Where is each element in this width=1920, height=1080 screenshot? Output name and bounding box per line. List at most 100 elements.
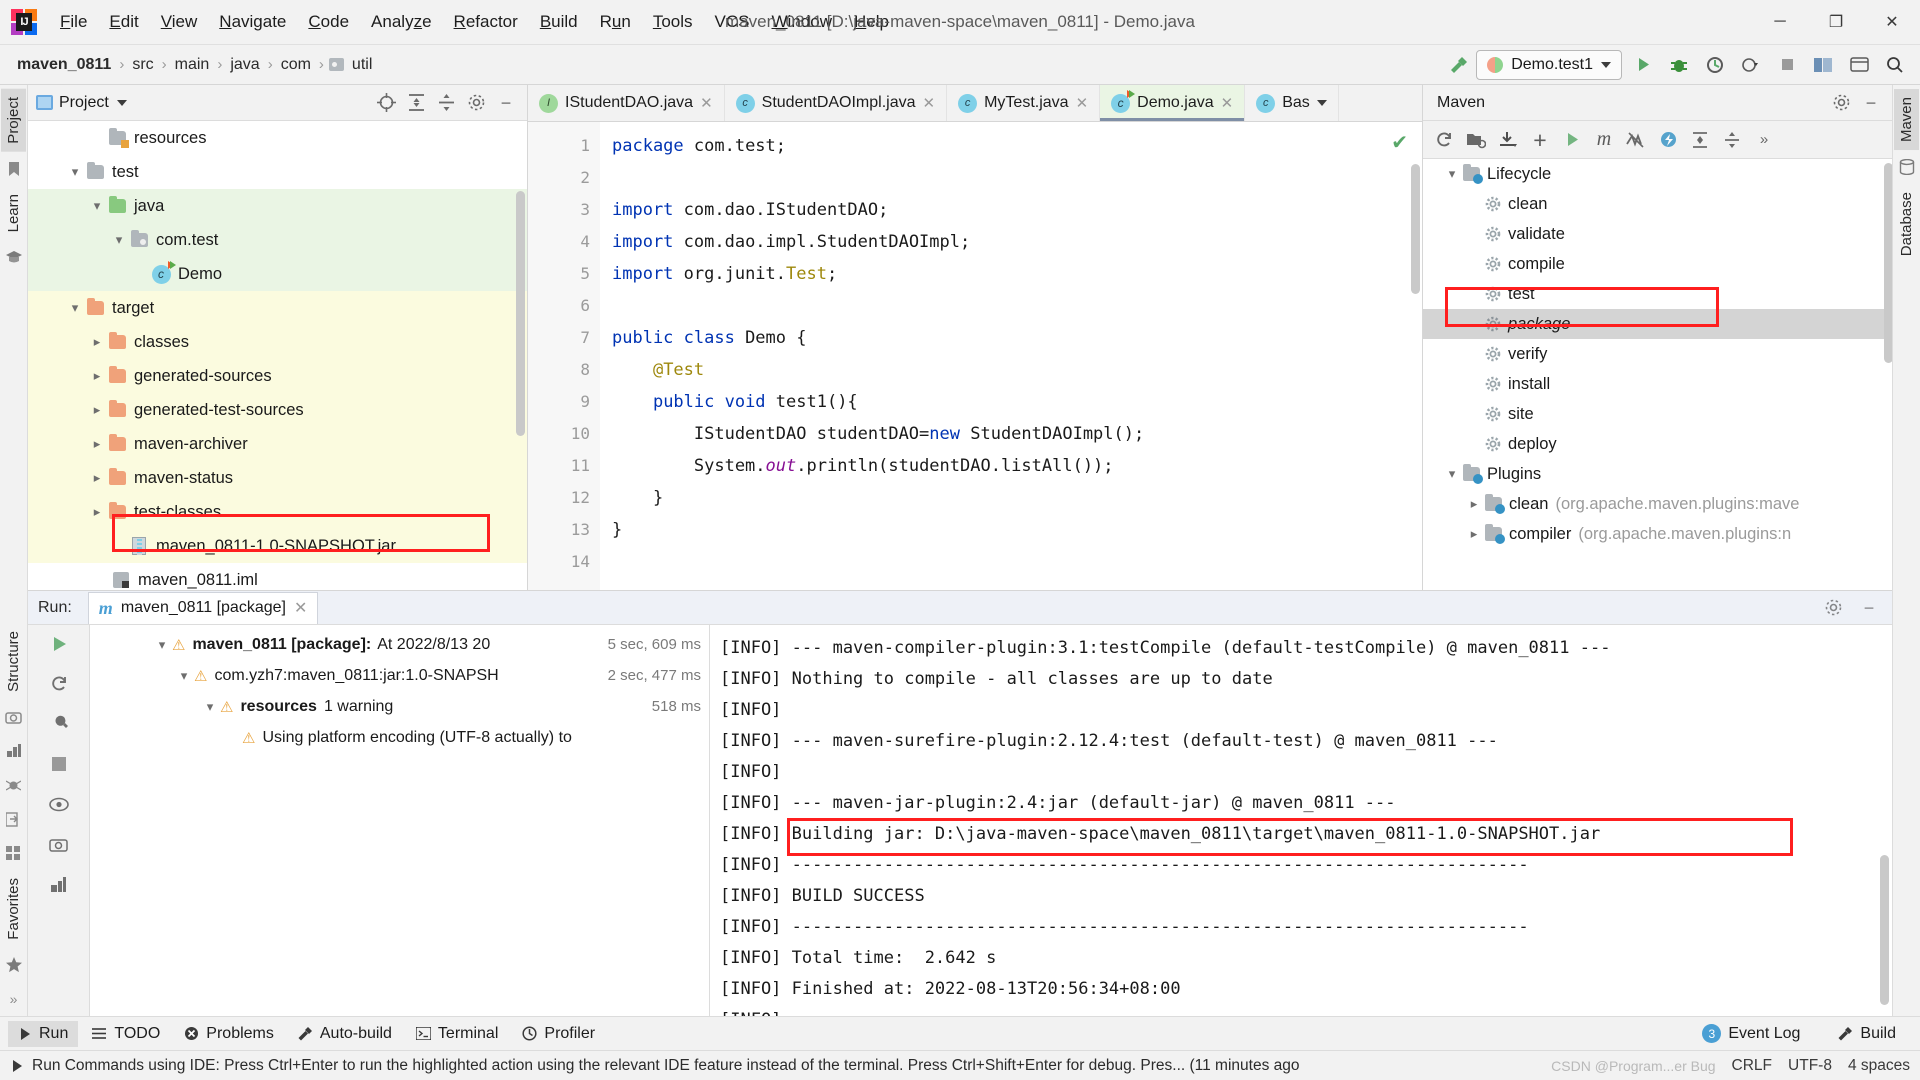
camera-icon[interactable] [4, 707, 24, 727]
maximize-button[interactable]: ❐ [1808, 0, 1864, 45]
breadcrumb-com[interactable]: com [278, 54, 314, 76]
project-tree[interactable]: resources ▾ test ▾ java ▾ com.test c Dem… [28, 121, 527, 590]
menu-analyze[interactable]: Analyze [360, 8, 443, 36]
more-chevrons-icon[interactable]: » [4, 989, 24, 1009]
tree-item-maven-archiver[interactable]: ▸ maven-archiver [28, 427, 527, 461]
maven-item-install[interactable]: install [1423, 369, 1892, 399]
tree-item-com-test[interactable]: ▾ com.test [28, 223, 527, 257]
sidebar-item-database[interactable]: Database [1894, 184, 1919, 264]
hide-panel-icon[interactable]: − [1858, 90, 1884, 116]
build-tree[interactable]: ▾ ⚠ maven_0811 [package]: At 2022/8/13 2… [90, 625, 710, 1016]
tree-arrow-collapsed[interactable]: ▸ [88, 436, 106, 452]
menu-tools[interactable]: Tools [642, 8, 704, 36]
build-console-output[interactable]: [INFO] --- maven-compiler-plugin:3.1:tes… [710, 625, 1892, 1016]
tree-item-demo[interactable]: c Demo [28, 257, 527, 291]
encoding-indicator[interactable]: UTF-8 [1788, 1057, 1832, 1075]
menu-edit[interactable]: Edit [98, 8, 149, 36]
stop-button[interactable] [46, 751, 72, 777]
tab-demo[interactable]: c Demo.java ✕ [1100, 85, 1246, 121]
blocks-icon[interactable] [4, 741, 24, 761]
close-icon[interactable]: ✕ [700, 94, 713, 112]
rerun-button[interactable] [46, 631, 72, 657]
tree-arrow-expanded[interactable]: ▾ [66, 300, 84, 316]
maven-item-validate[interactable]: validate [1423, 219, 1892, 249]
menu-help[interactable]: Help [843, 8, 900, 36]
settings-button[interactable] [1844, 50, 1874, 80]
toggle-offline-icon[interactable] [1653, 125, 1683, 155]
tree-item-generated-sources[interactable]: ▸ generated-sources [28, 359, 527, 393]
search-everywhere-icon[interactable] [1880, 50, 1910, 80]
minimize-button[interactable]: ─ [1752, 0, 1808, 45]
run-maven-goal-icon[interactable] [1557, 125, 1587, 155]
run-tab-maven-package[interactable]: m maven_0811 [package] ✕ [87, 591, 319, 624]
tree-item-snapshot-jar[interactable]: maven_0811-1.0-SNAPSHOT.jar [28, 529, 527, 563]
database-table-icon[interactable] [1897, 157, 1917, 177]
gear-icon[interactable] [1828, 90, 1854, 116]
add-maven-project-icon[interactable]: + [1525, 125, 1555, 155]
tree-arrow-collapsed[interactable]: ▸ [88, 402, 106, 418]
editor-scrollbar[interactable] [1411, 164, 1420, 294]
toggle-tasks-button[interactable] [46, 791, 72, 817]
indent-indicator[interactable]: 4 spaces [1848, 1057, 1910, 1075]
import-icon[interactable] [4, 809, 24, 829]
profile-dropdown-button[interactable] [1736, 50, 1766, 80]
breadcrumb-java[interactable]: java [227, 54, 262, 76]
generate-sources-icon[interactable] [1461, 125, 1491, 155]
maven-m-icon[interactable]: m [1589, 125, 1619, 155]
build-tree-artifact[interactable]: ▾ ⚠ com.yzh7:maven_0811:jar:1.0-SNAPSH 2… [90, 660, 709, 691]
editor-gutter[interactable]: 1 2 3 4 5 6 7 8 9 10 11 12 13 14 [528, 122, 600, 590]
maven-tree-scrollbar[interactable] [1884, 163, 1892, 363]
menu-code[interactable]: Code [297, 8, 360, 36]
run-with-coverage-button[interactable] [1700, 50, 1730, 80]
pin-button[interactable] [46, 871, 72, 897]
tree-arrow-collapsed[interactable]: ▸ [88, 368, 106, 384]
bottom-tab-problems[interactable]: Problems [174, 1021, 284, 1047]
sidebar-item-project[interactable]: Project [1, 89, 26, 152]
settings-wrench-button[interactable] [46, 711, 72, 737]
close-button[interactable]: ✕ [1864, 0, 1920, 45]
tree-item-maven-status[interactable]: ▸ maven-status [28, 461, 527, 495]
tree-item-test[interactable]: ▾ test [28, 155, 527, 189]
tab-studentdaoimpl[interactable]: c StudentDAOImpl.java ✕ [725, 85, 948, 121]
collapse-all-icon[interactable] [433, 90, 459, 116]
maven-item-plugin-clean[interactable]: ▸ clean (org.apache.maven.plugins:mave [1423, 489, 1892, 519]
breadcrumb-src[interactable]: src [129, 54, 156, 76]
close-icon[interactable]: ✕ [923, 94, 936, 112]
star-icon[interactable] [4, 955, 24, 975]
tree-arrow-expanded[interactable]: ▾ [110, 232, 128, 248]
tab-bas[interactable]: c Bas [1245, 85, 1339, 121]
bottom-tab-terminal[interactable]: Terminal [406, 1021, 508, 1047]
tab-mytest[interactable]: c MyTest.java ✕ [947, 85, 1101, 121]
maven-item-package[interactable]: package [1423, 309, 1892, 339]
tree-arrow-collapsed[interactable]: ▸ [88, 334, 106, 350]
maven-item-site[interactable]: site [1423, 399, 1892, 429]
menu-run[interactable]: Run [589, 8, 642, 36]
ant-build-icon[interactable] [4, 775, 24, 795]
menu-refactor[interactable]: Refactor [443, 8, 529, 36]
close-icon[interactable]: ✕ [1076, 94, 1089, 112]
hide-panel-icon[interactable]: − [1856, 595, 1882, 621]
menu-file[interactable]: File [49, 8, 98, 36]
build-tree-warning-detail[interactable]: ⚠ Using platform encoding (UTF-8 actuall… [90, 722, 709, 753]
expand-all-icon[interactable] [403, 90, 429, 116]
tree-item-resources[interactable]: resources [28, 121, 527, 155]
tree-item-generated-test-sources[interactable]: ▸ generated-test-sources [28, 393, 527, 427]
tab-istudentdao[interactable]: I IStudentDAO.java ✕ [528, 85, 725, 121]
chevron-down-icon[interactable] [1316, 100, 1327, 106]
run-button[interactable] [1628, 50, 1658, 80]
tree-item-test-classes[interactable]: ▸ test-classes [28, 495, 527, 529]
tree-arrow-expanded[interactable]: ▾ [200, 699, 220, 715]
tree-arrow-expanded[interactable]: ▾ [1441, 166, 1463, 182]
locate-target-icon[interactable] [373, 90, 399, 116]
stop-button[interactable] [1772, 50, 1802, 80]
build-tree-resources[interactable]: ▾ ⚠ resources 1 warning 518 ms [90, 691, 709, 722]
expand-all-icon[interactable] [1685, 125, 1715, 155]
bottom-tab-profiler[interactable]: Profiler [512, 1021, 605, 1047]
sidebar-item-favorites[interactable]: Favorites [1, 870, 26, 948]
tree-arrow-collapsed[interactable]: ▸ [88, 470, 106, 486]
tree-arrow-collapsed[interactable]: ▸ [1463, 526, 1485, 542]
more-actions-icon[interactable]: » [1749, 125, 1779, 155]
project-tree-scrollbar[interactable] [516, 191, 525, 436]
tree-arrow-collapsed[interactable]: ▸ [1463, 496, 1485, 512]
sidebar-item-maven[interactable]: Maven [1894, 89, 1919, 151]
